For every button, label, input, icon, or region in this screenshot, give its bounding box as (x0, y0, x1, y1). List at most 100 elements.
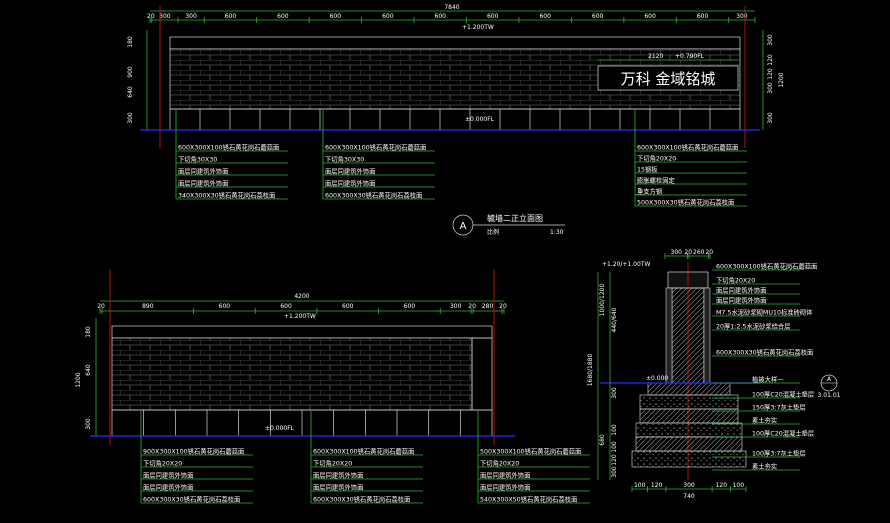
note-text: 500X300X100锈石黄花岗石蘑菇面 (480, 447, 581, 456)
note-text: 下切角20X20 (143, 459, 182, 468)
note-text: 面层同建筑外饰面 (480, 483, 530, 492)
note-text: 900X300X100锈石黄花岗石蘑菇面 (143, 447, 244, 456)
section-note-text: 150厚3:7灰土垫层 (752, 403, 806, 412)
left-dims: 1680/18801000/1200440/640300680100100120… (587, 284, 618, 478)
bottom-dims: 100 120 300 120 100 740 (631, 482, 747, 500)
segment-dim: 600 (697, 13, 709, 20)
note-text: 面层同建筑外饰面 (325, 179, 375, 188)
base-course (169, 108, 741, 131)
segment-dim: 600 (382, 13, 394, 20)
overall-dim-text: 7840 (444, 4, 459, 11)
vertical-dim: 300 (85, 418, 92, 430)
section-note-text: 20厚1:2.5水泥砂浆结合层 (716, 322, 791, 331)
vertical-dim: 300 (611, 387, 618, 399)
note-text: 下切角20X20 (637, 154, 676, 163)
right-dims: 300 120 120 300 300 1200 (767, 34, 785, 124)
cad-drawing: 7840 20 300 300 600 600 600 600 600 600 600 600 600… (75, 4, 841, 504)
section-note-text: 600X300X30锈石黄花岗石荔枝面 (716, 348, 813, 357)
vertical-dim: 120 (611, 454, 618, 466)
section-note-text: 100厚C20混凝土垫层 (752, 390, 814, 399)
vertical-dim: 1000/1200 (599, 284, 606, 317)
vertical-dim: 300 (767, 82, 774, 94)
segment-dim: 300 (736, 13, 748, 20)
note-text: 600X300X30锈石黄花岗石荔枝面 (325, 191, 422, 200)
segment-dim: 280 (482, 303, 494, 310)
top-level: +1.200TW (284, 313, 316, 320)
section-note-text: 素土夯实 (752, 462, 777, 471)
vertical-dim: 640 (127, 86, 134, 98)
segment-dim: 120 (716, 482, 728, 489)
segment-dim: 300 (671, 249, 683, 256)
segment-dim: 600 (404, 303, 416, 310)
segment-dim: 20 (499, 303, 507, 310)
note-text: 600X300X100锈石黄花岗石蘑菇面 (313, 447, 414, 456)
segment-dim: 600 (225, 13, 237, 20)
segment-dim: 600 (280, 303, 292, 310)
vertical-dim: 300 (127, 112, 134, 124)
segment-dim: 100 (733, 482, 745, 489)
segment-dim: 600 (277, 13, 289, 20)
section-note-text: 面层同建筑外饰面 (716, 286, 766, 295)
left-dims: 900 640 180 300 (127, 36, 134, 124)
brick-wall (111, 337, 473, 411)
note-text: 600X300X100锈石黄花岗石蘑菇面 (637, 143, 738, 152)
note-text: 600X300X100锈石黄花岗石蘑菇面 (178, 143, 279, 152)
facing-left (665, 287, 673, 384)
footing-5 (635, 436, 743, 452)
note-text: 600X300X30锈石黄花岗石荔枝面 (313, 495, 410, 504)
ground-level: ±0.000FL (465, 116, 495, 123)
footing-6 (631, 450, 747, 468)
segment-dim: 600 (219, 303, 231, 310)
section-note-text: 下切角20X20 (716, 276, 755, 285)
note-text: 面层同建筑外饰面 (143, 471, 193, 480)
callout-letter: A (827, 376, 832, 383)
note-text: 面层同建筑外饰面 (325, 167, 375, 176)
segment-dim: 600 (539, 13, 551, 20)
footing-4 (635, 422, 743, 438)
note-text: 面层同建筑外饰面 (313, 483, 363, 492)
footing-2 (639, 394, 739, 410)
segment-dim: 600 (435, 13, 447, 20)
notes-left: 900X300X100锈石黄花岗石蘑菇面下切角20X20 面层同建筑外饰面面层同建… (140, 411, 253, 504)
notes-left: 600X300X100锈石黄花岗石蘑菇面下切角30X30 面层同建筑外饰面面层同建… (175, 110, 288, 200)
note-text: 面层同建筑外饰面 (480, 471, 530, 480)
note-text: 膨胀螺栓固定 (637, 176, 675, 185)
note-text: 500X300X30锈石黄花岗石荔枝面 (637, 198, 734, 207)
segment-dim-labels: 20 300 300 600 600 600 600 600 600 600 600 600 600 30… (147, 13, 756, 23)
note-text: 下切角20X20 (313, 459, 352, 468)
vertical-dim: 120 (767, 54, 774, 66)
segment-dim: 100 (634, 482, 646, 489)
segment-dim: 890 (142, 303, 154, 310)
segment-dim: 20 (147, 13, 155, 20)
note-text: 340X300X30锈石黄花岗石荔枝面 (178, 191, 275, 200)
coping-stone (169, 36, 741, 50)
note-text: 600X300X30锈石黄花岗石荔枝面 (143, 495, 240, 504)
top-level: +1.200TW (462, 24, 494, 31)
notes-right: 500X300X100锈石黄花岗石蘑菇面下切角20X20 面层同建筑外饰面面层同建… (477, 411, 590, 504)
vertical-dim: 640 (85, 364, 92, 376)
segment-dim: 300 (450, 303, 462, 310)
bottom-total-dim: 740 (683, 493, 695, 500)
note-text: 面层同建筑外饰面 (143, 483, 193, 492)
segment-dim: 600 (487, 13, 499, 20)
left-dims: 1200640 180 300 (75, 326, 92, 430)
title-block: A 毓墙二正立面图 比例 1:30 (452, 213, 565, 236)
vertical-dim: 300 (767, 112, 774, 124)
top-level: +1.20/+1.00TW (602, 261, 650, 268)
segment-dim: 300 (185, 13, 197, 20)
note-text: 面层同建筑外饰面 (313, 471, 363, 480)
title-letter: A (460, 221, 467, 232)
note-text: 600X300X100锈石黄花岗石蘑菇面 (325, 143, 426, 152)
section-note-text: 100厚3:7灰土垫层 (752, 449, 806, 458)
vertical-dim: 1200 (75, 372, 82, 387)
segment-dim: 260 (693, 249, 705, 256)
vertical-dim: 300 (767, 34, 774, 46)
note-text: 面层同建筑外饰面 (178, 167, 228, 176)
section-note-text: 素土夯实 (752, 416, 777, 425)
vertical-dim: 300 (611, 466, 618, 478)
coping-stone (111, 325, 493, 339)
vertical-dim: 100 (611, 424, 618, 436)
note-text: 面层同建筑外饰面 (178, 179, 228, 188)
section-note-text: 600X300X100锈石黄花岗石蘑菇面 (716, 262, 817, 271)
overall-dim-text: 4200 (294, 293, 309, 300)
